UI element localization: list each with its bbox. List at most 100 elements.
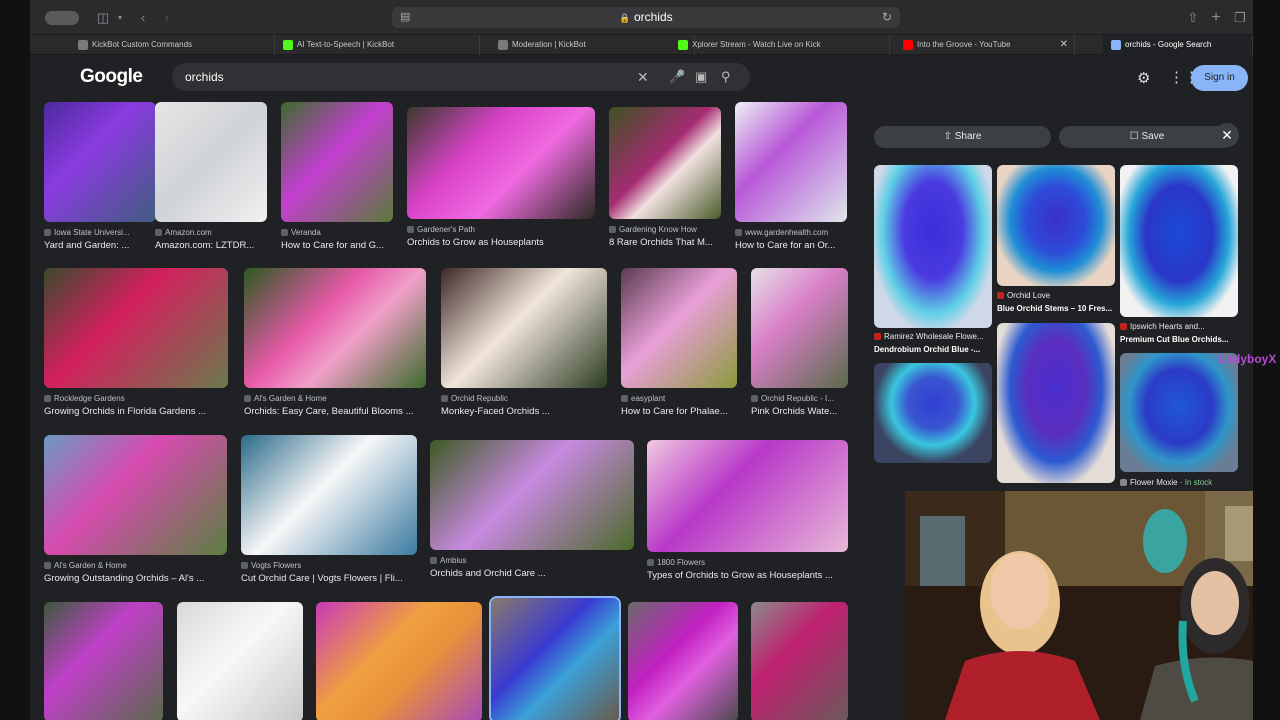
tab-ai-tts[interactable]: AI Text-to-Speech | KickBot bbox=[275, 35, 480, 55]
image-result[interactable]: www.gardenhealth.com How to Care for an O… bbox=[735, 102, 847, 256]
result-image[interactable] bbox=[874, 363, 992, 463]
image-result[interactable] bbox=[177, 602, 303, 720]
image-result[interactable]: Al's Garden & Home Orchids: Easy Care, Be… bbox=[244, 268, 426, 422]
result-title[interactable]: Monkey-Faced Orchids ... bbox=[441, 406, 607, 417]
google-logo[interactable]: Google bbox=[80, 66, 143, 88]
result-image[interactable] bbox=[441, 268, 607, 388]
image-result[interactable]: Orchid Republic - I... Pink Orchids Wate.… bbox=[751, 268, 848, 422]
tab-overview-icon[interactable]: ❐ bbox=[1232, 9, 1248, 26]
result-title[interactable]: Cut Orchid Care | Vogts Flowers | Fli... bbox=[241, 573, 417, 584]
image-result[interactable] bbox=[489, 596, 621, 720]
tab-kickbot-commands[interactable]: KickBot Custom Commands bbox=[70, 35, 275, 55]
share-icon[interactable]: ⇧ bbox=[1185, 9, 1201, 26]
panel-result-1[interactable]: Ramirez Wholesale Flowe... Dendrobium Or… bbox=[874, 165, 992, 355]
result-image[interactable] bbox=[407, 107, 595, 219]
microphone-icon[interactable]: 🎤 bbox=[669, 63, 685, 91]
forward-button[interactable]: › bbox=[159, 9, 175, 26]
save-button[interactable]: ☐ Save bbox=[1059, 126, 1235, 148]
result-image[interactable] bbox=[874, 165, 992, 328]
result-source: Orchid Love bbox=[997, 291, 1115, 300]
tab-youtube[interactable]: Into the Groove - YouTube ✕ bbox=[895, 35, 1075, 55]
result-title[interactable]: Types of Orchids to Grow as Houseplants … bbox=[647, 570, 848, 581]
tab-xplorer[interactable]: Xplorer Stream - Watch Live on Kick bbox=[670, 35, 890, 55]
result-image[interactable] bbox=[735, 102, 847, 222]
result-image[interactable] bbox=[1120, 165, 1238, 317]
panel-result-5[interactable] bbox=[997, 323, 1115, 488]
result-image[interactable] bbox=[281, 102, 393, 222]
back-button[interactable]: ‹ bbox=[135, 9, 151, 26]
page-menu-icon[interactable]: ▤ bbox=[400, 7, 410, 28]
source-label: Orchid Republic - I... bbox=[761, 394, 834, 403]
result-image[interactable] bbox=[316, 602, 482, 720]
window-controls[interactable] bbox=[45, 11, 79, 25]
image-result[interactable] bbox=[316, 602, 482, 720]
result-title[interactable]: Growing Orchids in Florida Gardens ... bbox=[44, 406, 228, 417]
result-image[interactable] bbox=[155, 102, 267, 222]
search-icon[interactable]: ⚲ bbox=[721, 63, 731, 91]
result-title[interactable]: How to Care for and G... bbox=[281, 240, 393, 251]
image-result[interactable]: Rockledge Gardens Growing Orchids in Flor… bbox=[44, 268, 228, 422]
close-icon[interactable]: ✕ bbox=[1215, 123, 1239, 147]
image-result[interactable]: Iowa State Universi... Yard and Garden: .… bbox=[44, 102, 156, 256]
image-result[interactable] bbox=[628, 602, 738, 720]
search-input[interactable]: orchids ✕ 🎤 ▣ ⚲ bbox=[172, 63, 750, 91]
image-result[interactable]: 1800 Flowers Types of Orchids to Grow as … bbox=[647, 440, 848, 586]
result-image[interactable] bbox=[44, 102, 156, 222]
image-result[interactable]: easyplant How to Care for Phalae... bbox=[621, 268, 737, 422]
result-image[interactable] bbox=[430, 440, 634, 550]
lens-icon[interactable]: ▣ bbox=[695, 63, 707, 91]
result-image[interactable] bbox=[997, 323, 1115, 483]
chevron-down-icon[interactable]: ▾ bbox=[115, 9, 125, 26]
result-image[interactable] bbox=[1120, 353, 1238, 472]
image-result[interactable]: Al's Garden & Home Growing Outstanding Or… bbox=[44, 435, 227, 589]
result-image[interactable] bbox=[647, 440, 848, 552]
result-image[interactable] bbox=[751, 268, 848, 388]
image-result[interactable]: Amazon.com Amazon.com: LZTDR... bbox=[155, 102, 267, 256]
result-image[interactable] bbox=[44, 435, 227, 555]
tab-moderation[interactable]: Moderation | KickBot bbox=[490, 35, 695, 55]
image-result[interactable]: Gardening Know How 8 Rare Orchids That M.… bbox=[609, 107, 721, 253]
result-title[interactable]: Pink Orchids Wate... bbox=[751, 406, 848, 417]
result-image[interactable] bbox=[609, 107, 721, 219]
reload-icon[interactable]: ↻ bbox=[882, 7, 892, 28]
tab-close-icon[interactable]: ✕ bbox=[1060, 35, 1068, 55]
result-title[interactable]: Orchids and Orchid Care ... bbox=[430, 568, 634, 579]
result-image[interactable] bbox=[241, 435, 417, 555]
result-title[interactable]: Orchids: Easy Care, Beautiful Blooms ... bbox=[244, 406, 426, 417]
panel-result-6[interactable]: Flower Moxie · In stock bbox=[1120, 353, 1238, 488]
tab-google-search[interactable]: orchids - Google Search bbox=[1103, 35, 1253, 55]
image-result[interactable]: Ambius Orchids and Orchid Care ... bbox=[430, 440, 634, 584]
result-image[interactable] bbox=[244, 268, 426, 388]
result-title[interactable]: 8 Rare Orchids That M... bbox=[609, 237, 721, 248]
result-title[interactable]: Amazon.com: LZTDR... bbox=[155, 240, 267, 251]
panel-result-3[interactable]: Ipswich Hearts and... Premium Cut Blue O… bbox=[1120, 165, 1238, 345]
image-result[interactable]: Orchid Republic Monkey-Faced Orchids ... bbox=[441, 268, 607, 422]
new-tab-icon[interactable]: + bbox=[1208, 9, 1224, 26]
result-image[interactable] bbox=[44, 602, 163, 720]
sidebar-toggle-icon[interactable]: ◫ bbox=[95, 9, 111, 26]
result-title[interactable]: How to Care for Phalae... bbox=[621, 406, 737, 417]
panel-result-4[interactable] bbox=[874, 363, 992, 463]
result-title[interactable]: Yard and Garden: ... bbox=[44, 240, 156, 251]
image-result[interactable]: Veranda How to Care for and G... bbox=[281, 102, 393, 256]
result-image[interactable] bbox=[997, 165, 1115, 286]
result-image[interactable] bbox=[177, 602, 303, 720]
image-result[interactable] bbox=[44, 602, 163, 720]
result-image[interactable] bbox=[751, 602, 848, 720]
share-button[interactable]: ⇧ Share bbox=[874, 126, 1051, 148]
sign-in-button[interactable]: Sign in bbox=[1191, 65, 1248, 91]
clear-icon[interactable]: ✕ bbox=[637, 63, 649, 91]
gear-icon[interactable]: ⚙ bbox=[1137, 69, 1150, 87]
image-result[interactable]: Vogts Flowers Cut Orchid Care | Vogts Flo… bbox=[241, 435, 417, 589]
result-image[interactable] bbox=[44, 268, 228, 388]
result-image[interactable] bbox=[489, 596, 621, 720]
result-title[interactable]: Orchids to Grow as Houseplants bbox=[407, 237, 595, 248]
image-result[interactable]: Gardener's Path Orchids to Grow as Housep… bbox=[407, 107, 595, 253]
address-bar[interactable]: ▤ 🔒 orchids ↻ bbox=[392, 7, 900, 28]
panel-result-2[interactable]: Orchid Love Blue Orchid Stems – 10 Fres.… bbox=[997, 165, 1115, 315]
result-title[interactable]: Growing Outstanding Orchids – Al's ... bbox=[44, 573, 227, 584]
result-image[interactable] bbox=[621, 268, 737, 388]
image-result[interactable] bbox=[751, 602, 848, 720]
result-title[interactable]: How to Care for an Or... bbox=[735, 240, 847, 251]
result-image[interactable] bbox=[628, 602, 738, 720]
